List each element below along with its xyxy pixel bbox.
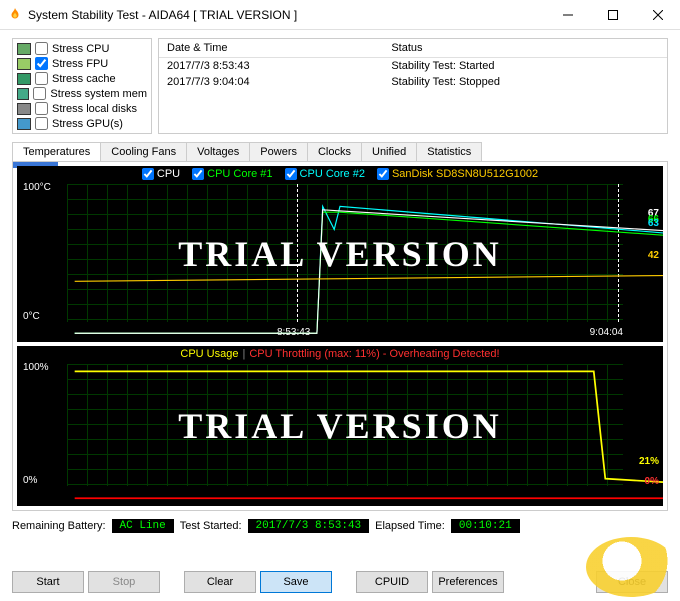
stress-option-gpu[interactable]: Stress GPU(s) — [13, 116, 151, 131]
stress-checkbox[interactable] — [35, 57, 48, 70]
stress-option-mem[interactable]: Stress system mem — [13, 86, 151, 101]
stress-option-cpu[interactable]: Stress CPU — [13, 41, 151, 56]
titlebar: System Stability Test - AIDA64 [ TRIAL V… — [0, 0, 680, 30]
usage-graph: CPU Usage|CPU Throttling (max: 11%) - Ov… — [17, 346, 663, 506]
stress-checkbox[interactable] — [35, 102, 48, 115]
stress-options: Stress CPU Stress FPU Stress cache Stress s… — [12, 38, 152, 134]
graph-tabs: TemperaturesCooling FansVoltagesPowersCl… — [12, 142, 668, 161]
app-icon — [8, 8, 22, 22]
tab-voltages[interactable]: Voltages — [186, 142, 250, 161]
log-datetime: 2017/7/3 9:04:04 — [159, 74, 383, 90]
stop-button[interactable]: Stop — [88, 571, 160, 593]
gpu-icon — [17, 118, 31, 130]
status-bar: Remaining Battery: AC Line Test Started:… — [12, 519, 668, 533]
elapsed-label: Elapsed Time: — [375, 520, 445, 532]
stress-label: Stress GPU(s) — [52, 118, 123, 130]
graph-panel: CPUCPU Core #1CPU Core #2SanDisk SD8SN8U… — [12, 161, 668, 511]
log-status: Stability Test: Stopped — [383, 74, 667, 90]
started-label: Test Started: — [180, 520, 242, 532]
cpuid-button[interactable]: CPUID — [356, 571, 428, 593]
cache-icon — [17, 73, 31, 85]
log-row: 2017/7/3 9:04:04Stability Test: Stopped — [159, 74, 667, 90]
save-button[interactable]: Save — [260, 571, 332, 593]
stress-label: Stress cache — [52, 73, 116, 85]
button-bar: Start Stop Clear Save CPUID Preferences … — [12, 571, 668, 593]
elapsed-value: 00:10:21 — [451, 519, 520, 533]
log-row: 2017/7/3 8:53:43Stability Test: Started — [159, 58, 667, 75]
stress-label: Stress local disks — [52, 103, 137, 115]
cpu-icon — [17, 43, 31, 55]
preferences-button[interactable]: Preferences — [432, 571, 504, 593]
mem-icon — [17, 88, 29, 100]
tab-powers[interactable]: Powers — [249, 142, 308, 161]
maximize-button[interactable] — [590, 0, 635, 29]
log-header-datetime: Date & Time — [159, 39, 383, 58]
series-value: 63 — [648, 218, 659, 229]
series-value: 42 — [648, 250, 659, 261]
log-header-status: Status — [383, 39, 667, 58]
mascot-icon — [586, 537, 676, 597]
started-value: 2017/7/3 8:53:43 — [248, 519, 370, 533]
stress-label: Stress CPU — [52, 43, 109, 55]
stress-checkbox[interactable] — [35, 117, 48, 130]
stress-label: Stress FPU — [52, 58, 108, 70]
tab-temperatures[interactable]: Temperatures — [12, 142, 101, 161]
clear-button[interactable]: Clear — [184, 571, 256, 593]
window-title: System Stability Test - AIDA64 [ TRIAL V… — [28, 8, 545, 22]
stress-label: Stress system mem — [50, 88, 147, 100]
disk-icon — [17, 103, 31, 115]
tab-statistics[interactable]: Statistics — [416, 142, 482, 161]
temperature-graph: CPUCPU Core #1CPU Core #2SanDisk SD8SN8U… — [17, 166, 663, 342]
stress-option-cache[interactable]: Stress cache — [13, 71, 151, 86]
close-button[interactable] — [635, 0, 680, 29]
stress-option-disk[interactable]: Stress local disks — [13, 101, 151, 116]
watermark: TRIAL VERSION — [178, 233, 501, 275]
tab-unified[interactable]: Unified — [361, 142, 417, 161]
fpu-icon — [17, 58, 31, 70]
start-button[interactable]: Start — [12, 571, 84, 593]
minimize-button[interactable] — [545, 0, 590, 29]
series-value: 0% — [645, 476, 659, 487]
log-datetime: 2017/7/3 8:53:43 — [159, 58, 383, 75]
tab-clocks[interactable]: Clocks — [307, 142, 362, 161]
series-value: 21% — [639, 456, 659, 467]
event-log: Date & Time Status 2017/7/3 8:53:43Stabi… — [158, 38, 668, 134]
log-status: Stability Test: Started — [383, 58, 667, 75]
battery-value: AC Line — [112, 519, 174, 533]
stress-checkbox[interactable] — [35, 42, 48, 55]
stress-option-fpu[interactable]: Stress FPU — [13, 56, 151, 71]
watermark: TRIAL VERSION — [178, 405, 501, 447]
tab-cooling-fans[interactable]: Cooling Fans — [100, 142, 187, 161]
stress-checkbox[interactable] — [33, 87, 46, 100]
stress-checkbox[interactable] — [35, 72, 48, 85]
battery-label: Remaining Battery: — [12, 520, 106, 532]
